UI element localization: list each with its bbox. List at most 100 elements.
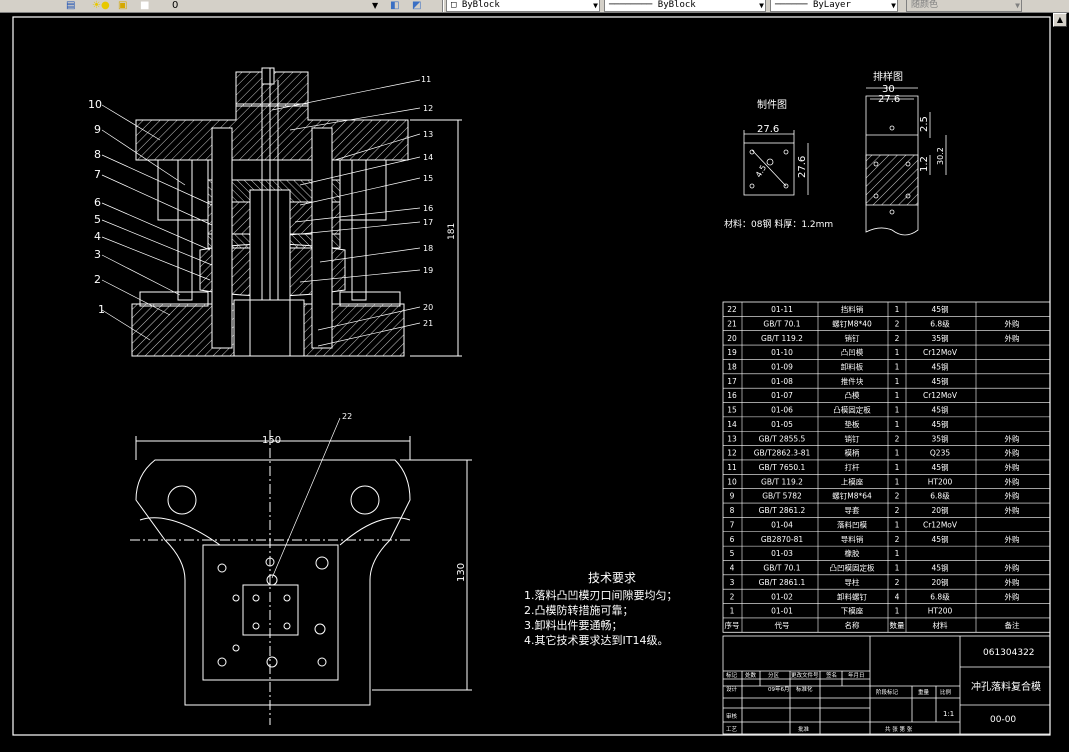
std-label: 标准化 (796, 685, 813, 693)
tech-req-item: 2.凸模防转措施可靠； (524, 603, 634, 617)
bom-cell: 1 (895, 463, 900, 472)
chevron-down-icon[interactable]: ▼ (759, 0, 764, 11)
layer-previous-icon[interactable]: ◧ (390, 0, 399, 12)
scale-label: 比例 (940, 688, 952, 696)
bom-cell: 1 (895, 406, 900, 415)
bom-cell: 15 (727, 406, 737, 415)
part-label: 13 (423, 130, 433, 139)
plotstyle-control[interactable]: 随颜色 ▼ (906, 0, 1022, 12)
bom-cell: 16 (727, 391, 737, 400)
bom-cell: 01-06 (771, 406, 793, 415)
bom-cell: 销钉 (845, 333, 860, 343)
bom-cell: GB2870-81 (761, 535, 804, 544)
color-control[interactable]: □ ByBlock ▼ (446, 0, 600, 12)
bom-cell: GB/T 70.1 (763, 319, 800, 328)
bom-cell: 45钢 (931, 361, 948, 371)
tech-req-item: 3.卸料出件要通畅； (524, 618, 623, 632)
bom-cell: 1 (895, 477, 900, 486)
bom-cell: 外购 (1005, 534, 1020, 544)
bom-cell: Cr12MoV (923, 391, 958, 400)
bom-cell: 橡胶 (845, 548, 860, 558)
bom-cell: 外购 (1005, 476, 1020, 486)
chevron-down-icon[interactable]: ▼ (1015, 0, 1020, 11)
bom-header: 名称 (845, 620, 860, 630)
bom-cell: 2 (895, 434, 900, 443)
check-label: 审核 (726, 712, 738, 720)
bom-cell: 1 (895, 391, 900, 400)
bom-cell: GB/T 7650.1 (759, 463, 806, 472)
bom-cell: 卸料板 (841, 361, 864, 371)
bom-cell: 1 (895, 420, 900, 429)
linetype-control[interactable]: ──────── ByBlock ▼ (604, 0, 766, 12)
drawing-canvas[interactable]: 181 10 9 8 7 6 5 4 3 2 1 11 12 13 14 15 … (0, 13, 1069, 748)
bom-cell: 01-04 (771, 520, 793, 529)
layer-stack-icon[interactable]: ◩ (412, 0, 421, 12)
layer-tools-icon[interactable]: ▤ (66, 0, 75, 12)
bom-cell: 6.8级 (930, 591, 950, 601)
bom-cell: 6.8级 (930, 318, 950, 328)
bom-cell: 20钢 (931, 577, 948, 587)
bom-cell: 模柄 (845, 448, 860, 458)
layout-dim-s: 2.5 (919, 116, 930, 132)
bom-cell: 6 (730, 535, 735, 544)
bom-cell: 11 (727, 463, 737, 472)
lineweight-value: ByLayer (812, 0, 851, 10)
bom-cell: 21 (727, 319, 737, 328)
bom-cell: 推件块 (841, 376, 864, 386)
design-date: 09年6月 (768, 685, 790, 693)
bom-cell: 01-01 (771, 607, 793, 616)
part-label: 11 (421, 75, 431, 84)
bom-cell: 45钢 (931, 419, 948, 429)
part-label: 5 (94, 213, 101, 226)
bom-cell: 12 (727, 449, 737, 458)
plan-label: 22 (342, 412, 352, 421)
bom-cell: 20钢 (931, 505, 948, 515)
bulb-icon[interactable]: ☀● (92, 0, 110, 12)
bom-cell: 凸凹模 (841, 347, 864, 357)
rev-label: 标记 (726, 671, 738, 679)
bom-cell: 45钢 (931, 405, 948, 415)
bom-cell: 45钢 (931, 376, 948, 386)
part-label: 18 (423, 244, 433, 253)
part-label: 3 (94, 248, 101, 261)
part-label: 17 (423, 218, 433, 227)
bom-cell: 外购 (1005, 433, 1020, 443)
layer-dropdown-arrow-icon[interactable]: ▼ (372, 0, 378, 12)
bom-cell: 外购 (1005, 577, 1020, 587)
bom-cell: 下模座 (841, 606, 864, 616)
bom-cell: 外购 (1005, 505, 1020, 515)
bom-cell: 01-08 (771, 377, 793, 386)
bom-header: 序号 (725, 620, 740, 630)
part-label: 19 (423, 266, 433, 275)
lineweight-control[interactable]: ────── ByLayer ▼ (770, 0, 898, 12)
rev-label: 年月日 (848, 671, 865, 679)
bom-cell: 2 (730, 592, 735, 601)
layout-dim-p: 30.2 (936, 147, 945, 165)
bom-cell: 01-07 (771, 391, 793, 400)
bom-cell: 3 (730, 578, 735, 587)
bom-cell: 1 (895, 305, 900, 314)
bom-cell: Cr12MoV (923, 520, 958, 529)
part-label: 10 (88, 98, 102, 111)
part-label: 14 (423, 153, 433, 162)
lock-icon[interactable]: ▣ (118, 0, 127, 12)
bom-cell: 5 (730, 549, 735, 558)
bom-cell: 2 (895, 506, 900, 515)
rev-label: 处数 (745, 671, 757, 679)
chevron-down-icon[interactable]: ▼ (891, 0, 896, 11)
tech-req-title: 技术要求 (588, 571, 636, 585)
bom-cell: 1 (895, 564, 900, 573)
part-label: 15 (423, 174, 433, 183)
plan-width-dim: 150 (262, 435, 281, 446)
bom-cell: 35钢 (931, 433, 948, 443)
bom-cell: 19 (727, 348, 737, 357)
bom-cell: 1 (730, 607, 735, 616)
stage-label: 阶段标记 (876, 688, 899, 696)
right-labels: 11 12 13 14 15 16 17 18 19 20 21 (421, 75, 433, 328)
design-label: 设计 (726, 685, 738, 693)
chevron-down-icon[interactable]: ▼ (593, 0, 598, 11)
bom-cell: 外购 (1005, 448, 1020, 458)
bom-cell: 13 (727, 434, 737, 443)
bom-cell: 1 (895, 377, 900, 386)
color-swatch-icon: ■ (140, 0, 150, 11)
